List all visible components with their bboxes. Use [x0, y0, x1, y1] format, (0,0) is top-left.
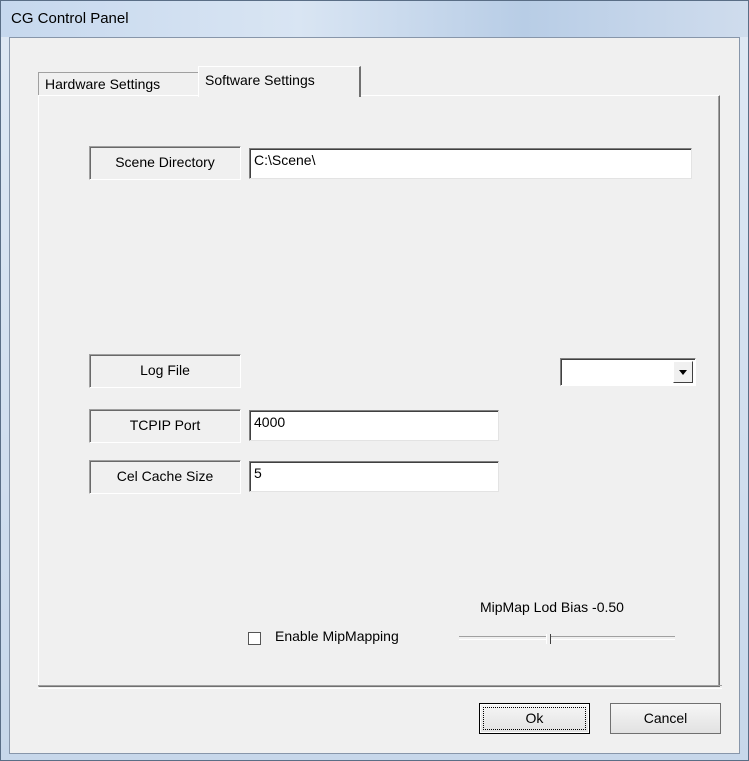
- cg-control-panel-window: CG Control Panel Hardware Settings Softw…: [0, 0, 749, 761]
- slider-thumb[interactable]: [546, 634, 551, 644]
- log-file-dropdown[interactable]: [560, 358, 696, 386]
- title-bar[interactable]: CG Control Panel: [1, 1, 748, 37]
- tab-software-settings[interactable]: Software Settings: [198, 66, 361, 97]
- cel-cache-size-label: Cel Cache Size: [89, 460, 241, 494]
- ok-button[interactable]: Ok: [479, 703, 590, 734]
- mipmap-lod-bias-label: MipMap Lod Bias -0.50: [480, 599, 624, 615]
- enable-mipmapping-checkbox[interactable]: [248, 632, 261, 645]
- enable-mipmapping-label[interactable]: Enable MipMapping: [275, 628, 399, 644]
- mipmap-lod-bias-slider[interactable]: [457, 626, 677, 650]
- log-file-label: Log File: [89, 354, 241, 388]
- window-title: CG Control Panel: [11, 10, 129, 27]
- chevron-down-icon[interactable]: [673, 361, 693, 383]
- tcpip-port-label: TCPIP Port: [89, 409, 241, 443]
- software-settings-panel: Scene Directory C:\Scene\ Log File TCPIP…: [38, 95, 720, 687]
- slider-track: [459, 636, 675, 640]
- cancel-button[interactable]: Cancel: [610, 703, 721, 734]
- tab-hardware-settings[interactable]: Hardware Settings: [38, 72, 200, 95]
- scene-directory-label: Scene Directory: [89, 146, 241, 180]
- cel-cache-size-input[interactable]: 5: [249, 461, 499, 492]
- dialog-client-area: Hardware Settings Software Settings Scen…: [9, 37, 740, 754]
- tcpip-port-input[interactable]: 4000: [249, 410, 499, 441]
- scene-directory-input[interactable]: C:\Scene\: [249, 148, 692, 179]
- button-separator: [38, 685, 722, 689]
